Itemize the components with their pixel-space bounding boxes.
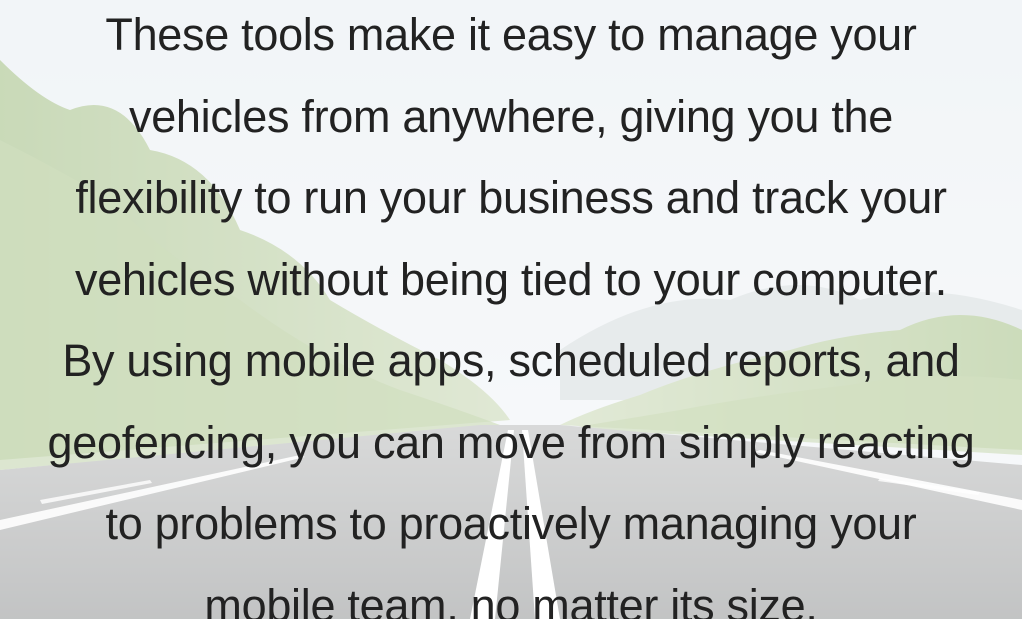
paragraph-line: mobile team, no matter its size.: [204, 579, 818, 619]
hero-section: These tools make it easy to manage your …: [0, 0, 1022, 619]
paragraph-line: to problems to proactively managing your: [105, 498, 917, 549]
paragraph-line: geofencing, you can move from simply rea…: [47, 416, 975, 468]
paragraph-line: flexibility to run your business and tra…: [75, 172, 947, 223]
paragraph-line: vehicles from anywhere, giving you the: [129, 90, 893, 142]
paragraph-line: vehicles without being tied to your comp…: [75, 253, 947, 305]
paragraph-line: These tools make it easy to manage your: [105, 9, 917, 60]
description-paragraph: These tools make it easy to manage your …: [0, 0, 1022, 619]
paragraph-line: By using mobile apps, scheduled reports,…: [62, 335, 960, 386]
